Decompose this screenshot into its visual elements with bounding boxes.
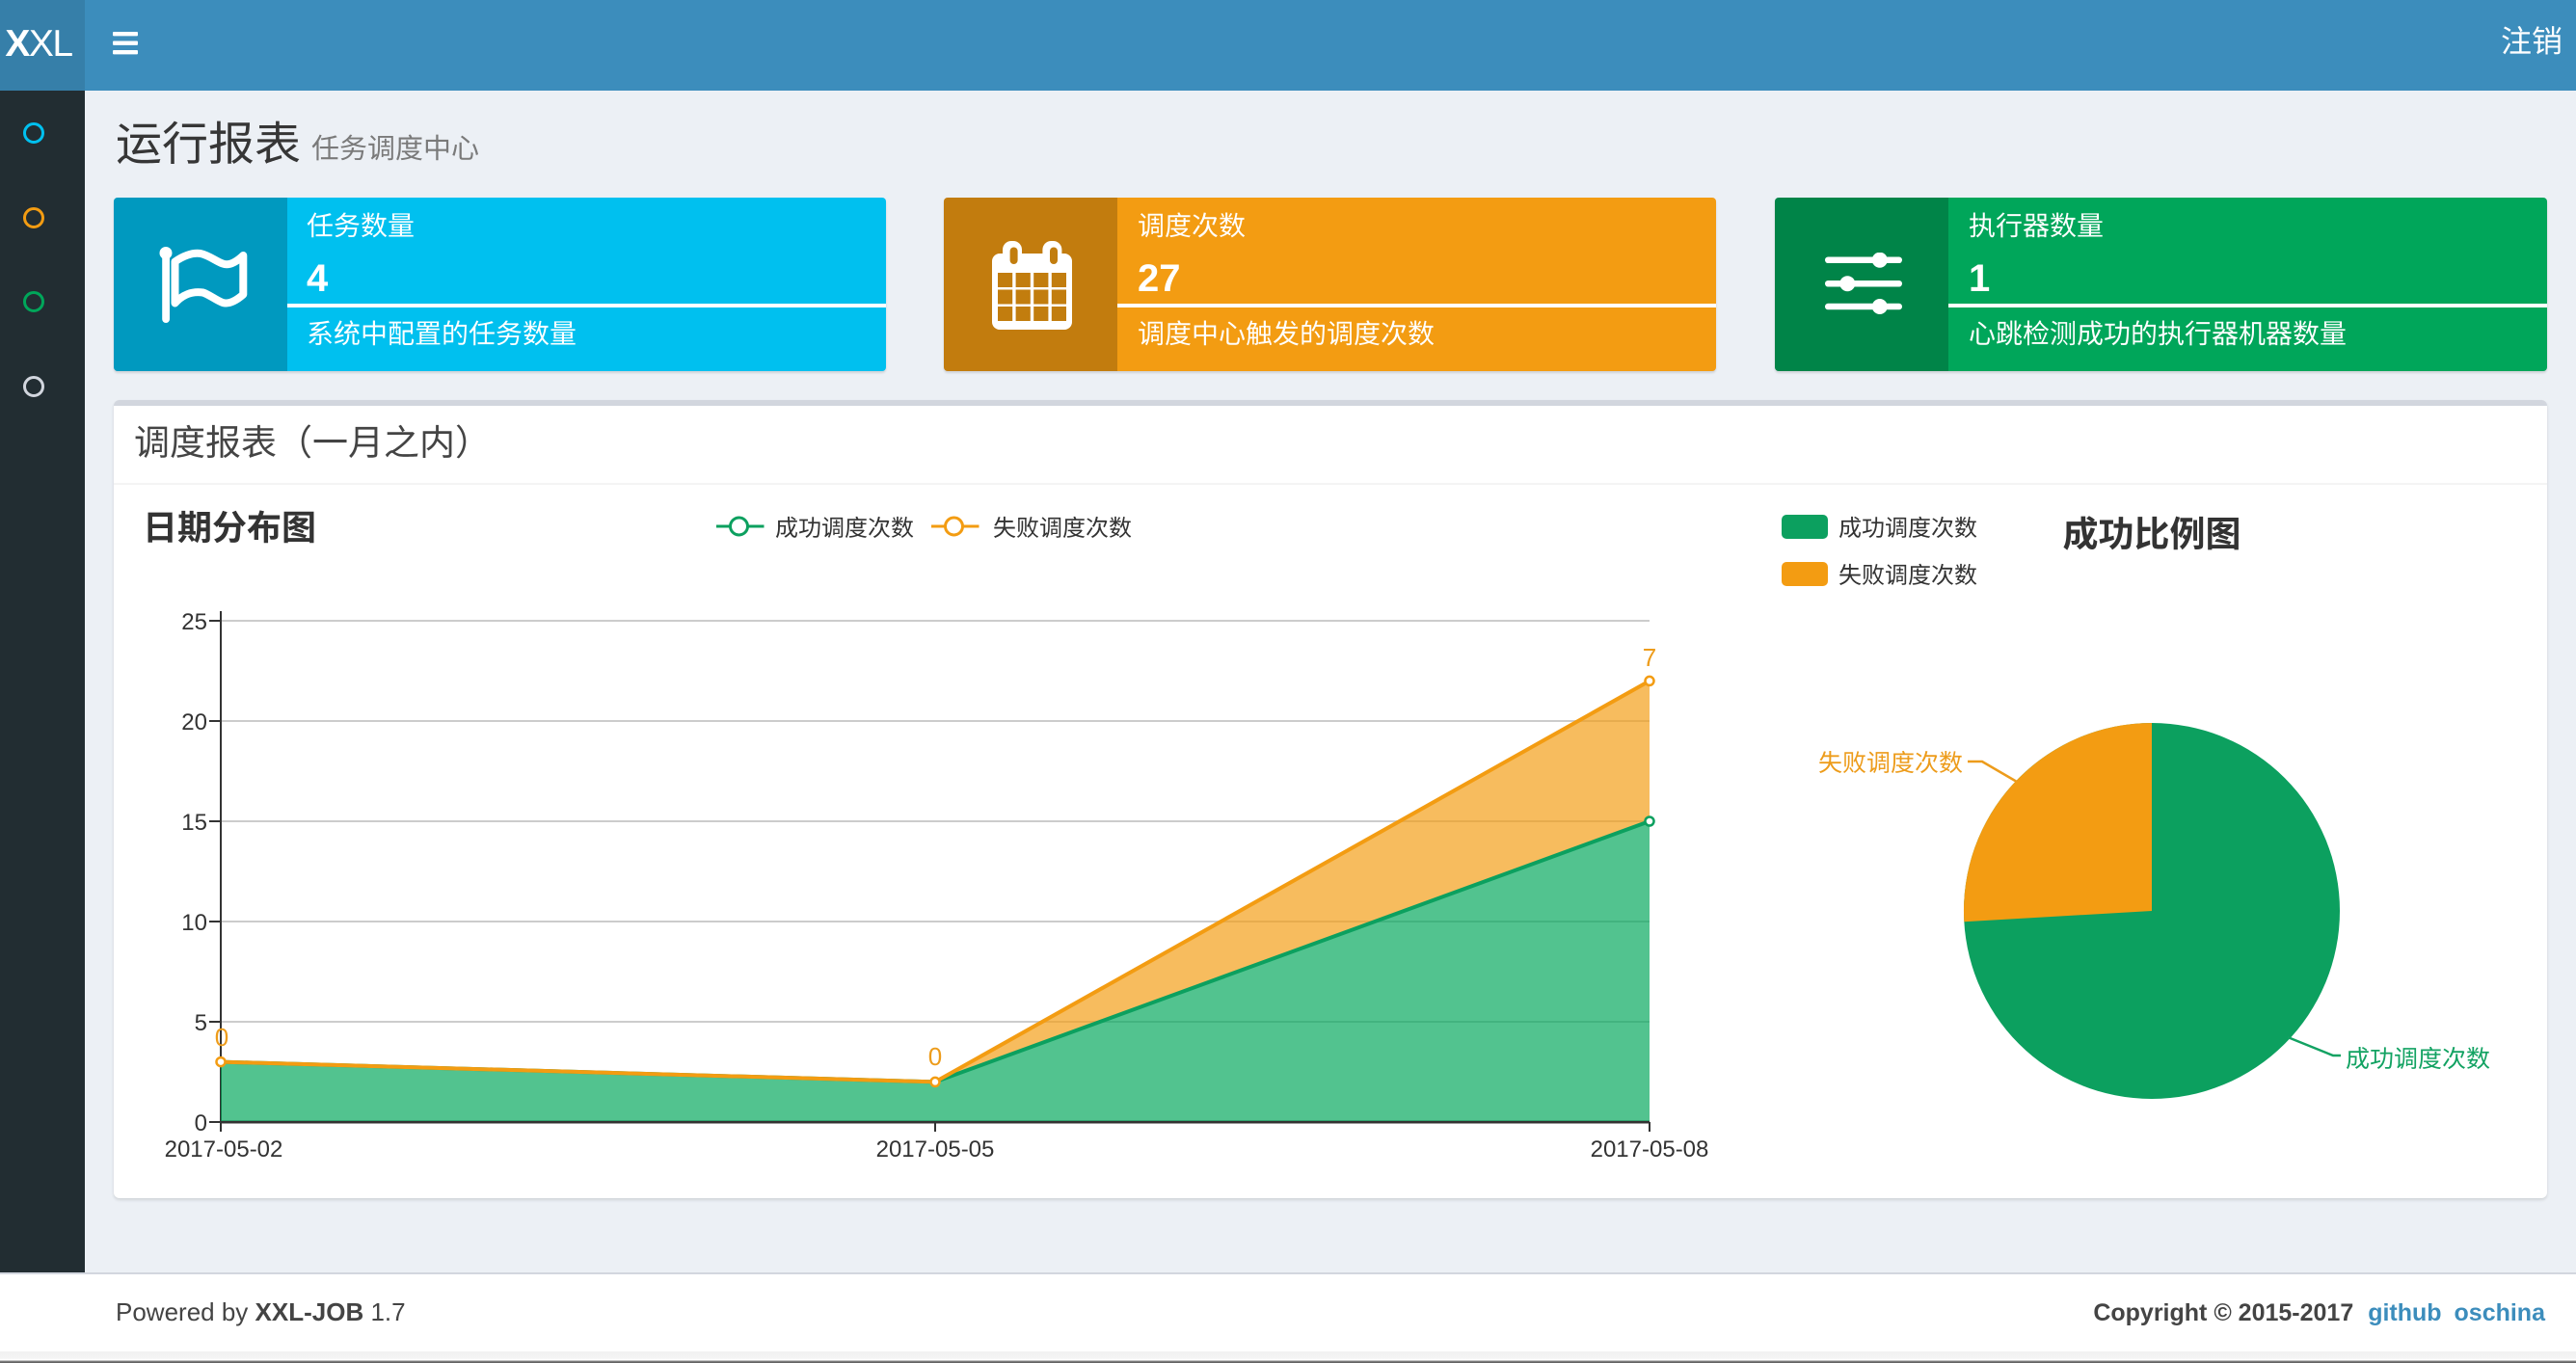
svg-text:7: 7: [1643, 643, 1656, 672]
svg-text:5: 5: [195, 1010, 207, 1036]
svg-text:0: 0: [215, 1023, 228, 1052]
svg-text:20: 20: [181, 709, 207, 735]
svg-text:0: 0: [928, 1042, 942, 1071]
svg-text:4: 4: [307, 257, 329, 300]
svg-text:2017-05-02: 2017-05-02: [165, 1136, 283, 1163]
svg-text:0: 0: [195, 1110, 207, 1136]
svg-text:15: 15: [181, 810, 207, 836]
svg-text:25: 25: [181, 609, 207, 635]
svg-text:27: 27: [1138, 257, 1181, 300]
svg-text:10: 10: [181, 910, 207, 936]
svg-text:1: 1: [1969, 257, 1990, 300]
svg-text:2017-05-08: 2017-05-08: [1591, 1136, 1709, 1163]
svg-text:2017-05-05: 2017-05-05: [876, 1136, 995, 1163]
